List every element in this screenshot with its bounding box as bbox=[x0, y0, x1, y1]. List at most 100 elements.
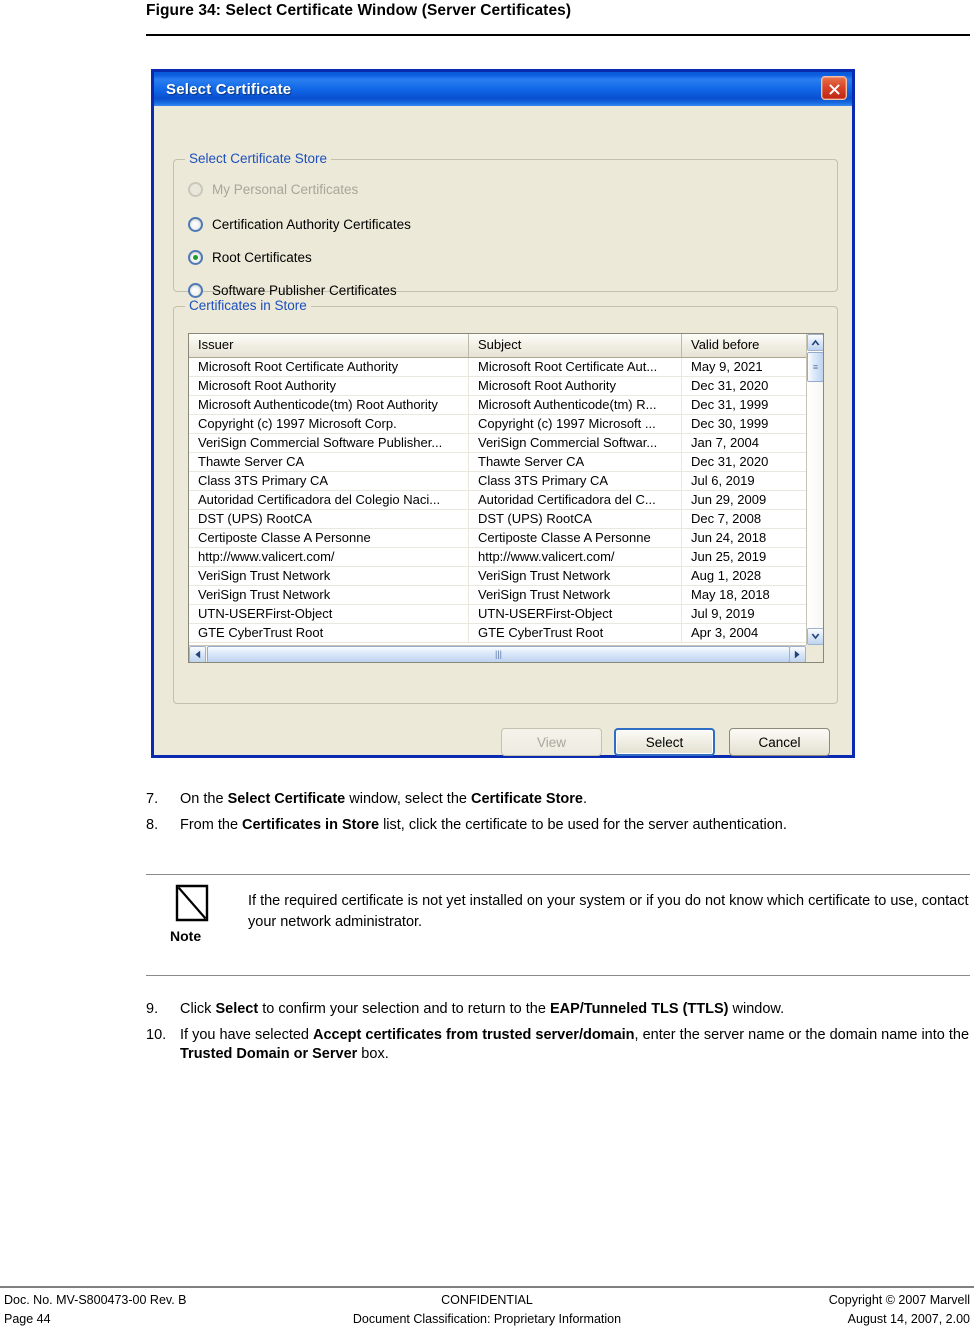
table-row[interactable]: VeriSign Trust Network VeriSign Trust Net… bbox=[189, 586, 806, 605]
table-cell: Dec 31, 2020 bbox=[691, 454, 769, 469]
figure-caption: Figure 34: Select Certificate Window (Se… bbox=[146, 2, 572, 19]
table-cell: Autoridad Certificadora del C... bbox=[469, 491, 682, 509]
table-cell: DST (UPS) RootCA bbox=[189, 510, 469, 528]
table-cell: May 9, 2021 bbox=[691, 359, 763, 374]
table-row[interactable]: http://www.valicert.com/http://www.valic… bbox=[189, 548, 806, 567]
table-cell: Copyright (c) 1997 Microsoft Corp. bbox=[189, 415, 469, 433]
radio-indicator-icon bbox=[188, 217, 203, 232]
chevron-up-icon[interactable] bbox=[807, 334, 823, 351]
table-cell: Microsoft Root Authority bbox=[189, 377, 469, 395]
table-cell: VeriSign Trust Network bbox=[189, 567, 469, 585]
vertical-scroll-track[interactable] bbox=[807, 351, 823, 628]
table-cell: http://www.valicert.com/ bbox=[469, 548, 682, 566]
table-cell: Thawte Server CA bbox=[469, 453, 682, 471]
table-cell: Certiposte Classe A Personne bbox=[189, 529, 469, 547]
table-row[interactable]: Microsoft Root Authority Microsoft Root A… bbox=[189, 377, 806, 396]
table-cell: Apr 3, 2004 bbox=[691, 625, 759, 640]
table-cell: Microsoft Authenticode(tm) R... bbox=[469, 396, 682, 414]
table-row[interactable]: Certiposte Classe A Personne Certiposte C… bbox=[189, 529, 806, 548]
scroll-grip-icon: ||| bbox=[494, 649, 502, 659]
table-row[interactable]: Class 3TS Primary CA Class 3TS Primary CA… bbox=[189, 472, 806, 491]
step-text: From the Certificates in Store list, cli… bbox=[180, 817, 787, 833]
radio-my-personal-certificates: My Personal Certificates bbox=[188, 182, 358, 197]
table-cell: http://www.valicert.com/ bbox=[189, 548, 469, 566]
certificates-in-store-legend: Certificates in Store bbox=[185, 298, 311, 313]
radio-software-publisher-certificates[interactable]: Software Publisher Certificates bbox=[188, 283, 397, 298]
certificate-store-legend: Select Certificate Store bbox=[185, 151, 332, 166]
step-item: 7. On the Select Certificate window, sele… bbox=[146, 790, 974, 809]
radio-label: Certification Authority Certificates bbox=[212, 216, 411, 232]
table-row[interactable]: DST (UPS) RootCA DST (UPS) RootCA Dec 7, 2… bbox=[189, 510, 806, 529]
note-divider-top bbox=[146, 874, 970, 875]
column-header-subject[interactable]: Subject bbox=[469, 334, 682, 357]
radio-indicator-icon bbox=[188, 283, 203, 298]
dialog-title: Select Certificate bbox=[166, 80, 292, 98]
column-header-valid-before[interactable]: Valid before bbox=[682, 334, 806, 357]
table-cell: Dec 30, 1999 bbox=[691, 416, 769, 431]
table-cell: Certiposte Classe A Personne bbox=[469, 529, 682, 547]
cancel-button[interactable]: Cancel bbox=[729, 728, 830, 756]
close-icon[interactable] bbox=[821, 76, 847, 100]
radio-label: My Personal Certificates bbox=[212, 181, 359, 197]
table-cell: GTE CyberTrust Root bbox=[469, 624, 682, 642]
table-cell: VeriSign Trust Network bbox=[189, 586, 469, 604]
radio-root-certificates[interactable]: Root Certificates bbox=[188, 250, 312, 265]
table-cell: Jul 9, 2019 bbox=[691, 606, 755, 621]
vertical-scroll-thumb[interactable]: ≡ bbox=[807, 352, 823, 382]
table-cell: VeriSign Commercial Softwar... bbox=[469, 434, 682, 452]
table-cell: Microsoft Root Certificate Aut... bbox=[469, 358, 682, 376]
table-cell: Microsoft Authenticode(tm) Root Authorit… bbox=[189, 396, 469, 414]
table-cell: Thawte Server CA bbox=[189, 453, 469, 471]
table-row[interactable]: VeriSign Commercial Software Publisher..… bbox=[189, 434, 806, 453]
table-row[interactable]: VeriSign Trust Network VeriSign Trust Net… bbox=[189, 567, 806, 586]
table-cell: Jun 29, 2009 bbox=[691, 492, 767, 507]
step-item: 9. Click Select to confirm your selection… bbox=[146, 1000, 974, 1019]
scrollbar-corner bbox=[806, 645, 823, 662]
table-row[interactable]: Copyright (c) 1997 Microsoft Corp. Copyri… bbox=[189, 415, 806, 434]
listview-header-row: Issuer Subject Valid before bbox=[189, 334, 806, 358]
note-divider-bottom bbox=[146, 975, 970, 976]
certificates-in-store-group: Certificates in Store Issuer Subject Val… bbox=[173, 298, 838, 704]
table-cell: Dec 7, 2008 bbox=[691, 511, 762, 526]
table-row[interactable]: Thawte Server CA Thawte Server CA Dec 31, … bbox=[189, 453, 806, 472]
table-row[interactable]: Microsoft Root Certificate Authority Micr… bbox=[189, 358, 806, 377]
table-row[interactable]: Autoridad Certificadora del Colegio Naci… bbox=[189, 491, 806, 510]
table-cell: Jun 25, 2019 bbox=[691, 549, 767, 564]
table-cell: Microsoft Root Certificate Authority bbox=[189, 358, 469, 376]
vertical-scrollbar[interactable]: ≡ bbox=[806, 334, 823, 645]
table-cell: VeriSign Trust Network bbox=[469, 567, 682, 585]
horizontal-scroll-thumb[interactable]: ||| bbox=[207, 646, 790, 662]
table-row[interactable]: Microsoft Authenticode(tm) Root Authorit… bbox=[189, 396, 806, 415]
table-cell: GTE CyberTrust Root bbox=[189, 624, 469, 642]
caption-divider bbox=[146, 34, 970, 36]
certificates-listview[interactable]: Issuer Subject Valid before Microsoft Ro… bbox=[188, 333, 824, 663]
horizontal-scrollbar[interactable]: ||| bbox=[189, 645, 823, 662]
chevron-left-icon[interactable] bbox=[189, 646, 206, 662]
table-cell: Jul 6, 2019 bbox=[691, 473, 755, 488]
dialog-titlebar: Select Certificate bbox=[154, 72, 852, 106]
column-header-issuer[interactable]: Issuer bbox=[189, 334, 469, 357]
chevron-right-icon[interactable] bbox=[789, 646, 806, 662]
table-row[interactable]: UTN-USERFirst-Object UTN-USERFirst-Object… bbox=[189, 605, 806, 624]
step-number: 8. bbox=[146, 817, 159, 833]
view-button: View bbox=[501, 728, 602, 756]
table-cell: DST (UPS) RootCA bbox=[469, 510, 682, 528]
select-button[interactable]: Select bbox=[614, 728, 715, 756]
chevron-down-icon[interactable] bbox=[807, 628, 823, 645]
scroll-grip-icon: ≡ bbox=[812, 361, 819, 372]
step-number: 10. bbox=[146, 1027, 167, 1043]
note-icon bbox=[174, 884, 210, 922]
footer-date-version: August 14, 2007, 2.00 bbox=[847, 1312, 970, 1326]
table-cell: Jun 24, 2018 bbox=[691, 530, 767, 545]
table-cell: Microsoft Root Authority bbox=[469, 377, 682, 395]
table-cell: Copyright (c) 1997 Microsoft ... bbox=[469, 415, 682, 433]
footer-divider bbox=[0, 1286, 974, 1288]
table-cell: Class 3TS Primary CA bbox=[469, 472, 682, 490]
table-cell: UTN-USERFirst-Object bbox=[189, 605, 469, 623]
footer-copyright: Copyright © 2007 Marvell bbox=[828, 1293, 970, 1307]
table-cell: Dec 31, 1999 bbox=[691, 397, 769, 412]
radio-certification-authority-certificates[interactable]: Certification Authority Certificates bbox=[188, 217, 411, 232]
listview-rows: Microsoft Root Certificate Authority Micr… bbox=[189, 358, 806, 645]
table-row[interactable]: GTE CyberTrust Root GTE CyberTrust Root Ap… bbox=[189, 624, 806, 643]
table-cell: Aug 1, 2028 bbox=[691, 568, 762, 583]
